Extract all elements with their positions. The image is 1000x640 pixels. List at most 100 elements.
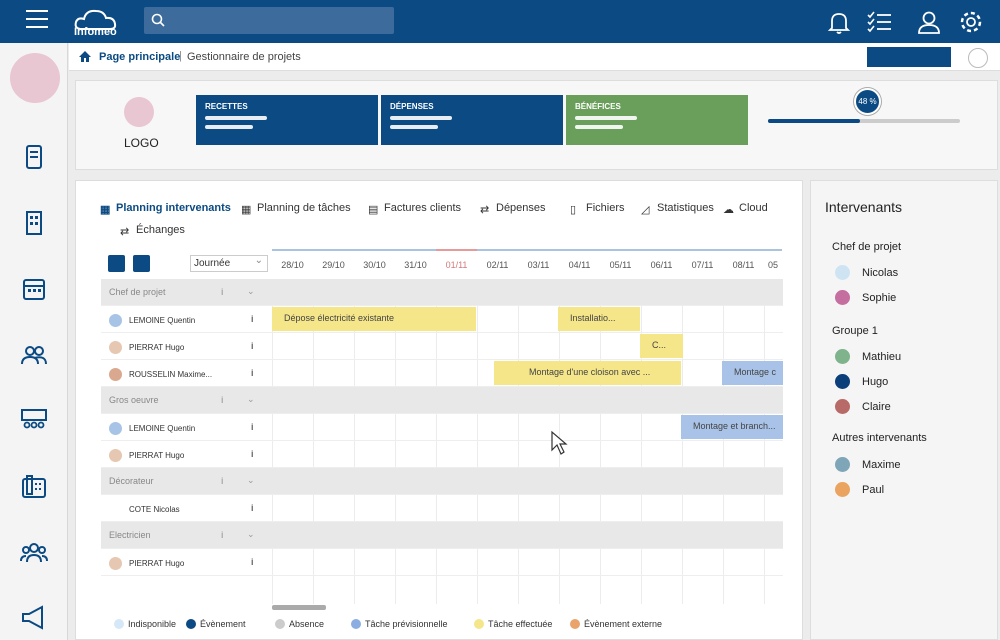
task-bar[interactable]: Montage d'une cloison avec ...	[517, 361, 681, 385]
info-icon[interactable]: i	[251, 368, 254, 378]
date-header[interactable]: 31/10	[395, 249, 436, 279]
date-header[interactable]: 05	[764, 249, 782, 279]
breadcrumb: Page principale | Gestionnaire de projet…	[69, 43, 1000, 71]
avatar	[109, 368, 122, 381]
logo-label: LOGO	[124, 136, 159, 150]
tab-statistiques[interactable]: ◿ Statistiques	[641, 202, 714, 216]
planning-grid: Chef de projet i ⌄ LEMOINE Quentin i PIERRAT …	[101, 279, 783, 604]
task-bar[interactable]: Montage et branch...	[681, 415, 783, 439]
tab-echanges[interactable]: ⇄ Échanges	[120, 224, 185, 238]
resource-row[interactable]: PIERRAT Hugo i	[101, 549, 783, 576]
avatar[interactable]	[10, 53, 60, 103]
tab-planning-taches[interactable]: ▦ Planning de tâches	[241, 202, 351, 216]
document-icon[interactable]	[20, 143, 48, 171]
info-icon[interactable]: i	[221, 395, 224, 405]
chevron-down-icon[interactable]: ⌄	[247, 475, 255, 486]
expand-button[interactable]	[133, 255, 150, 272]
task-bar[interactable]: C...	[640, 334, 683, 358]
row-label: Gros oeuvre	[109, 395, 159, 405]
gear-icon[interactable]	[958, 9, 984, 35]
info-icon[interactable]: i	[221, 476, 224, 486]
file-icon: ▯	[570, 204, 577, 216]
top-bar: Infomeo	[0, 0, 1000, 43]
tab-planning-intervenants[interactable]: ▦ Planning intervenants	[100, 202, 231, 216]
task-bar[interactable]: Installatio...	[558, 307, 640, 331]
status-toggle[interactable]	[968, 48, 988, 68]
avatar	[109, 557, 122, 570]
person-sophie[interactable]: Sophie	[835, 290, 896, 305]
group-icon[interactable]	[20, 539, 48, 567]
avatar	[109, 314, 122, 327]
chevron-down-icon[interactable]: ⌄	[247, 529, 255, 540]
breadcrumb-home[interactable]: Page principale	[99, 51, 180, 63]
group-row[interactable]: Chef de projet i ⌄	[101, 279, 783, 306]
card-title: RECETTES	[205, 102, 248, 111]
action-button[interactable]	[867, 47, 951, 67]
task-bar[interactable]: Dépose électricité existante	[272, 307, 476, 331]
chevron-down-icon[interactable]: ⌄	[247, 394, 255, 405]
invoice-icon: ▤	[368, 204, 379, 216]
home-icon[interactable]	[78, 50, 92, 63]
date-header[interactable]: 01/11	[436, 249, 477, 279]
view-select[interactable]: Journée	[190, 255, 268, 272]
date-header[interactable]: 07/11	[682, 249, 723, 279]
calendar-icon[interactable]	[20, 275, 48, 303]
person-maxime[interactable]: Maxime	[835, 457, 901, 472]
date-header[interactable]: 05/11	[600, 249, 641, 279]
tab-fichiers[interactable]: ▯ Fichiers	[570, 202, 625, 216]
task-bar[interactable]	[494, 361, 518, 385]
person-mathieu[interactable]: Mathieu	[835, 349, 901, 364]
user-icon[interactable]	[916, 9, 942, 35]
date-header[interactable]: 06/11	[641, 249, 682, 279]
card-benefices[interactable]: BÉNÉFICES	[566, 95, 748, 145]
megaphone-icon[interactable]	[20, 603, 48, 631]
row-label: LEMOINE Quentin	[109, 422, 195, 435]
info-icon[interactable]: i	[221, 287, 224, 297]
date-header[interactable]: 04/11	[559, 249, 600, 279]
date-header[interactable]: 02/11	[477, 249, 518, 279]
tab-cloud[interactable]: ☁ Cloud	[723, 202, 768, 216]
date-header[interactable]: 28/10	[272, 249, 313, 279]
info-icon[interactable]: i	[251, 449, 254, 459]
info-icon[interactable]: i	[251, 341, 254, 351]
group-row[interactable]: Electricien i ⌄	[101, 522, 783, 549]
horizontal-scrollbar[interactable]	[272, 605, 326, 610]
info-icon[interactable]: i	[251, 422, 254, 432]
group-row[interactable]: Gros oeuvre i ⌄	[101, 387, 783, 414]
tab-depenses[interactable]: ⇄ Dépenses	[480, 202, 546, 216]
person-claire[interactable]: Claire	[835, 399, 891, 414]
tab-factures-clients[interactable]: ▤ Factures clients	[368, 202, 461, 216]
legend-swatch	[474, 619, 484, 629]
users-icon[interactable]	[20, 341, 48, 369]
phone-fax-icon[interactable]	[20, 473, 48, 501]
menu-icon[interactable]	[26, 10, 48, 30]
date-header[interactable]: 29/10	[313, 249, 354, 279]
group-row[interactable]: Décorateur i ⌄	[101, 468, 783, 495]
person-nicolas[interactable]: Nicolas	[835, 265, 898, 280]
date-header[interactable]: 08/11	[723, 249, 764, 279]
person-paul[interactable]: Paul	[835, 482, 884, 497]
task-bar[interactable]: Montage c	[722, 361, 783, 385]
legend-item: Indisponible	[114, 619, 176, 629]
date-header[interactable]: 30/10	[354, 249, 395, 279]
breadcrumb-current: Gestionnaire de projets	[187, 51, 301, 63]
group-label: Chef de projet	[832, 241, 902, 253]
chevron-down-icon[interactable]: ⌄	[247, 286, 255, 297]
checklist-icon[interactable]	[866, 9, 892, 35]
building-icon[interactable]	[20, 209, 48, 237]
resource-row[interactable]: PIERRAT Hugo i	[101, 441, 783, 468]
date-header[interactable]: 03/11	[518, 249, 559, 279]
team-board-icon[interactable]	[20, 407, 48, 435]
search-input[interactable]	[144, 7, 394, 34]
card-depenses[interactable]: DÉPENSES	[381, 95, 563, 145]
breadcrumb-separator: |	[179, 50, 182, 62]
resource-row[interactable]: COTE Nicolas i	[101, 495, 783, 522]
info-icon[interactable]: i	[251, 557, 254, 567]
info-icon[interactable]: i	[221, 530, 224, 540]
info-icon[interactable]: i	[251, 314, 254, 324]
bell-icon[interactable]	[826, 9, 852, 35]
card-recettes[interactable]: RECETTES	[196, 95, 378, 145]
list-view-button[interactable]	[108, 255, 125, 272]
person-hugo[interactable]: Hugo	[835, 374, 888, 389]
info-icon[interactable]: i	[251, 503, 254, 513]
